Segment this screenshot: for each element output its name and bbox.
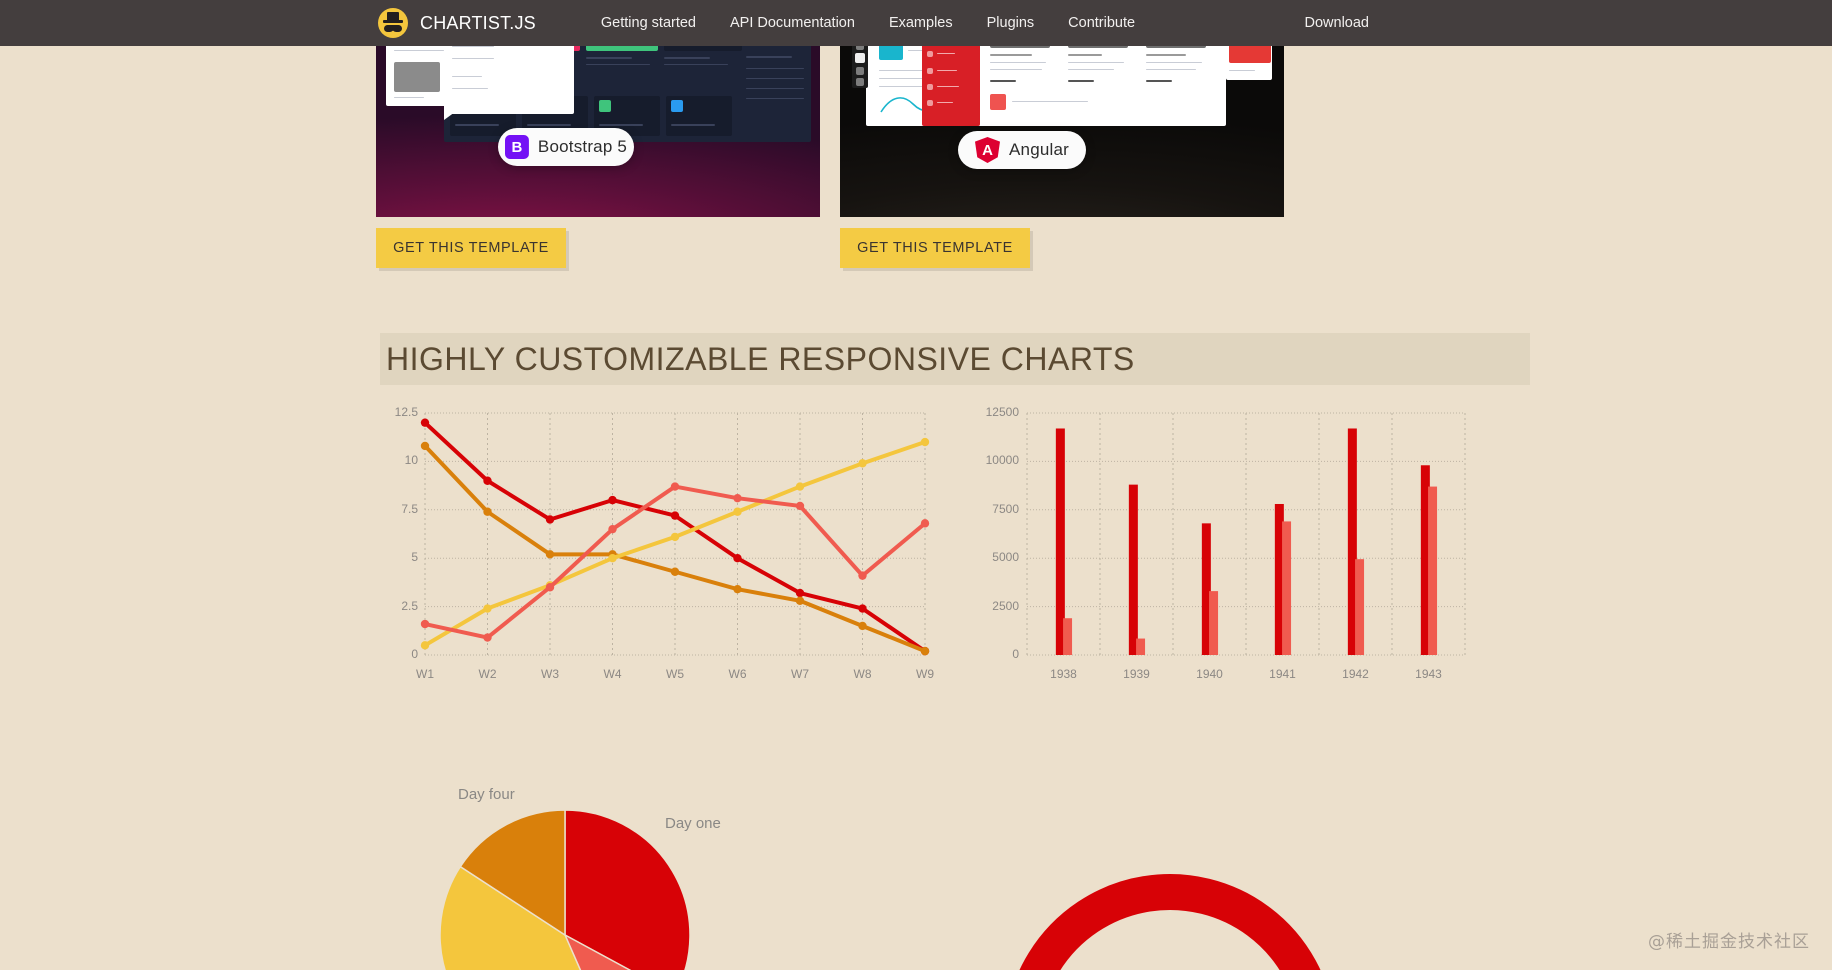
line-chart-y-tick-4: 10 — [404, 453, 418, 468]
pie-chart-plot — [439, 809, 691, 970]
bar-chart-y-tick-4: 10000 — [985, 453, 1019, 468]
bar-chart-x-tick-0: 1938 — [1050, 667, 1077, 681]
line-chart-x-tick-5: W6 — [728, 667, 747, 681]
donut-chart — [965, 780, 1530, 970]
donut-chart-plot — [1019, 874, 1321, 970]
line-chart-x-tick-2: W3 — [541, 667, 559, 681]
nav-right: Download — [1288, 14, 1387, 32]
bar-chart-x-tick-3: 1941 — [1269, 667, 1296, 681]
line-chart-y-tick-3: 7.5 — [401, 501, 418, 516]
nav-link-download[interactable]: Download — [1288, 15, 1387, 31]
line-chart-y-tick-2: 5 — [411, 550, 418, 565]
line-chart: 0 2.5 5 7.5 10 12.5 W1 W2 W3 W4 W5 W6 W7 W8 W9 — [380, 405, 934, 705]
nav-link-contribute[interactable]: Contribute — [1051, 15, 1152, 31]
angular-logo-icon: A — [975, 137, 1000, 163]
bar-chart: 0 2500 5000 7500 10000 12500 1938 1939 1940 1941… — [965, 405, 1530, 705]
get-template-button-angular[interactable]: GET THIS TEMPLATE — [840, 228, 1030, 268]
nav-link-api-documentation[interactable]: API Documentation — [713, 15, 872, 31]
badge-angular: A Angular — [958, 131, 1086, 169]
line-chart-x-tick-0: W1 — [416, 667, 434, 681]
bar-chart-x-tick-1: 1939 — [1123, 667, 1150, 681]
bar-chart-y-tick-3: 7500 — [992, 501, 1019, 516]
line-chart-x-tick-1: W2 — [478, 667, 497, 681]
top-navbar: CHARTIST.JS Getting started API Document… — [0, 0, 1832, 46]
brand-title[interactable]: CHARTIST.JS — [420, 13, 536, 34]
page-root: CHARTIST.JS Getting started API Document… — [0, 0, 1832, 970]
bar-chart-x-tick-2: 1940 — [1196, 667, 1223, 681]
bar-chart-y-tick-5: 12500 — [985, 405, 1019, 419]
badge-bootstrap-label: Bootstrap 5 — [537, 137, 628, 156]
bar-chart-plot — [1026, 412, 1466, 656]
bar-chart-y-tick-0: 0 — [1012, 647, 1019, 661]
bootstrap-logo-icon: B — [504, 135, 529, 159]
badge-bootstrap: B Bootstrap 5 — [498, 128, 634, 166]
nav-link-getting-started[interactable]: Getting started — [584, 15, 713, 31]
brand-block[interactable]: CHARTIST.JS — [378, 8, 536, 38]
nav-link-examples[interactable]: Examples — [872, 15, 970, 31]
pie-label-day-four: Day four — [458, 786, 515, 803]
gentleman-hat-mustache-icon — [378, 8, 408, 38]
badge-angular-label: Angular — [1009, 140, 1069, 159]
line-chart-x-tick-4: W5 — [666, 667, 684, 681]
pie-chart: Day four Day one — [380, 780, 925, 970]
line-chart-x-tick-6: W7 — [791, 667, 809, 681]
line-chart-y-tick-1: 2.5 — [401, 598, 418, 613]
promo-card-bootstrap[interactable]: B Bootstrap 5 — [376, 46, 820, 217]
section-heading-band: HIGHLY CUSTOMIZABLE RESPONSIVE CHARTS — [380, 333, 1530, 385]
bar-chart-x-tick-4: 1942 — [1342, 667, 1369, 681]
donut-arc-0 — [1019, 874, 1321, 970]
watermark: @稀土掘金技术社区 — [1648, 932, 1810, 952]
bar-chart-y-tick-2: 5000 — [992, 550, 1019, 565]
dashboard-preview-angular — [852, 46, 1272, 144]
line-chart-x-tick-7: W8 — [853, 667, 872, 681]
pie-label-day-one: Day one — [665, 815, 721, 832]
bar-chart-x-tick-5: 1943 — [1415, 667, 1442, 681]
section-heading-text: HIGHLY CUSTOMIZABLE RESPONSIVE CHARTS — [386, 340, 1135, 377]
promo-card-angular[interactable]: A Angular — [840, 46, 1284, 217]
line-chart-x-tick-3: W4 — [603, 667, 622, 681]
line-chart-y-tick-5: 12.5 — [394, 405, 418, 419]
bar-chart-y-tick-1: 2500 — [992, 598, 1019, 613]
line-chart-y-tick-0: 0 — [411, 647, 418, 661]
nav-links: Getting started API Documentation Exampl… — [584, 15, 1152, 31]
nav-link-plugins[interactable]: Plugins — [970, 15, 1052, 31]
line-chart-plot — [420, 412, 930, 656]
get-template-button-bootstrap[interactable]: GET THIS TEMPLATE — [376, 228, 566, 268]
line-chart-x-tick-8: W9 — [916, 667, 934, 681]
